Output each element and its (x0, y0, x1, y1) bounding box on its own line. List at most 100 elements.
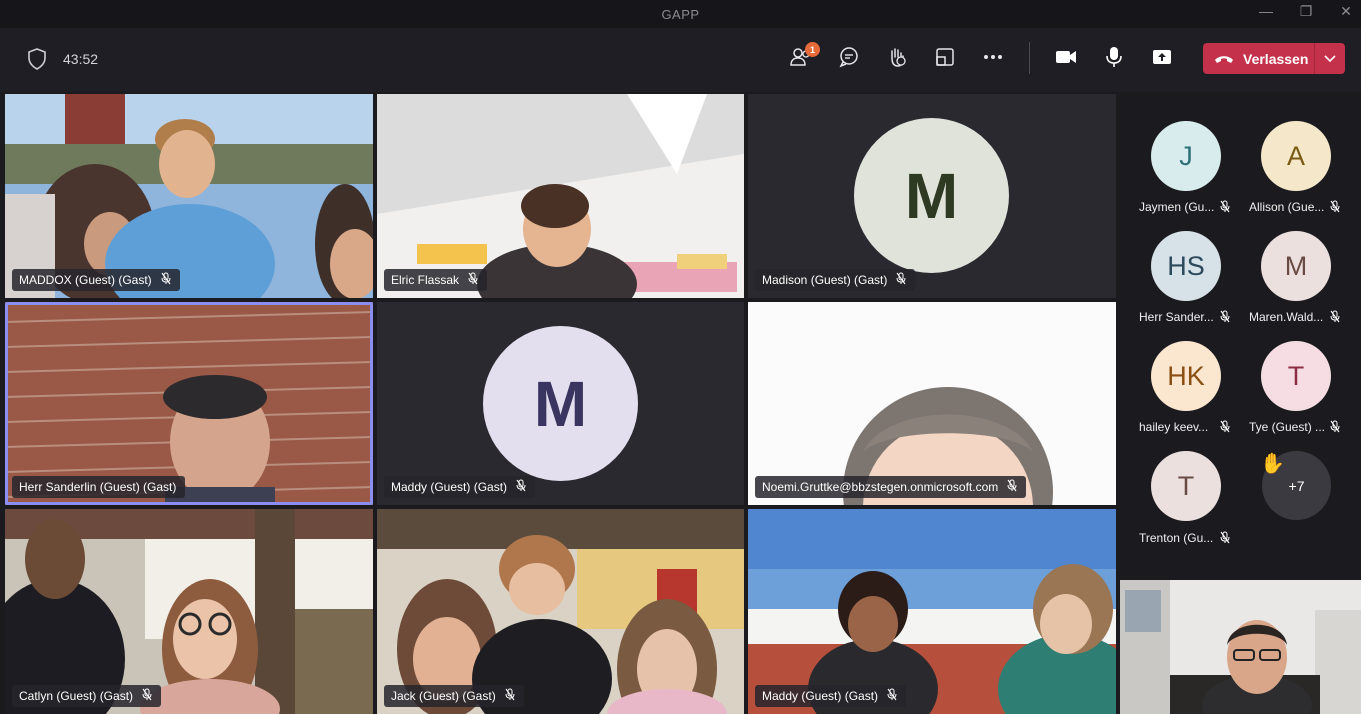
participant-item[interactable]: HS Herr Sander... (1120, 231, 1230, 341)
shield-icon[interactable] (26, 48, 48, 70)
title-bar: GAPP — ❐ ✕ (0, 0, 1361, 28)
participant-item[interactable]: T Tye (Guest) ... (1230, 341, 1340, 451)
mic-off-icon (1220, 200, 1230, 218)
raise-hand-icon (886, 46, 908, 73)
mic-off-icon (1330, 420, 1340, 438)
mic-off-icon (505, 688, 515, 704)
window-title: GAPP (661, 7, 700, 22)
room-view-button[interactable] (934, 46, 956, 73)
mic-off-icon (887, 688, 897, 704)
mic-icon (1104, 46, 1124, 73)
minimize-button[interactable]: — (1246, 0, 1286, 22)
camera-icon (1055, 46, 1077, 73)
participant-avatar: T (1151, 451, 1221, 521)
toolbar-divider (1029, 42, 1030, 74)
mic-off-icon (161, 272, 171, 288)
people-count-badge: 1 (805, 42, 820, 57)
meeting-timer: 43:52 (63, 51, 99, 67)
participant-item[interactable]: HK hailey keev... (1120, 341, 1230, 451)
chat-button[interactable] (838, 46, 860, 70)
camera-button[interactable] (1055, 48, 1077, 70)
video-tile-jack[interactable]: Jack (Guest) (Gast) (377, 509, 744, 714)
participant-item[interactable]: A Allison (Gue... (1230, 121, 1340, 231)
video-tile-noemi[interactable]: Noemi.Gruttke@bbzstegen.onmicrosoft.com (748, 302, 1116, 505)
participant-name: Allison (Gue... (1249, 200, 1325, 214)
mic-off-icon (1007, 479, 1017, 495)
participant-name-tag: Herr Sanderlin (Guest) (Gast) (12, 476, 186, 498)
phone-hangup-icon (1214, 51, 1243, 67)
participant-item[interactable]: J Jaymen (Gu... (1120, 121, 1230, 231)
participant-name: Herr Sanderlin (Guest) (Gast) (19, 480, 177, 494)
avatar-initials: T (1177, 470, 1195, 501)
share-icon (1151, 46, 1173, 73)
participant-name: Trenton (Gu... (1139, 531, 1214, 545)
participant-name: hailey keev... (1139, 420, 1209, 434)
meeting-toolbar: 43:52 1 Verlassen (0, 28, 1361, 92)
people-button[interactable]: 1 (789, 42, 820, 70)
participant-item[interactable]: T Trenton (Gu... (1120, 451, 1230, 561)
participant-name-tag: Elric Flassak (384, 269, 488, 291)
participant-avatar: HS (1151, 231, 1221, 301)
share-screen-button[interactable] (1151, 48, 1173, 70)
mic-button[interactable] (1104, 46, 1124, 73)
video-feed (5, 302, 373, 505)
video-tile-catlyn[interactable]: Catlyn (Guest) (Gast) (5, 509, 373, 714)
avatar-tile-madison[interactable]: M Madison (Guest) (Gast) (748, 94, 1116, 298)
video-tile-maddy-2[interactable]: Maddy (Guest) (Gast) (748, 509, 1116, 714)
video-tile-maddox[interactable]: MADDOX (Guest) (Gast) (5, 94, 373, 298)
avatar-initials: M (1284, 250, 1308, 281)
participant-avatar: M (483, 326, 638, 481)
participant-item[interactable]: M Maren.Wald... (1230, 231, 1340, 341)
close-window-button[interactable]: ✕ (1326, 0, 1361, 22)
mic-off-icon (142, 688, 152, 704)
participant-avatar: M (854, 118, 1009, 273)
leave-options-button[interactable] (1315, 43, 1345, 74)
leave-button-group: Verlassen (1203, 43, 1345, 74)
video-tile-elric[interactable]: Elric Flassak (377, 94, 744, 298)
participant-name: Tye (Guest) ... (1249, 420, 1326, 434)
video-feed (1120, 580, 1361, 714)
participant-avatar: A (1261, 121, 1331, 191)
maximize-button[interactable]: ❐ (1286, 0, 1326, 22)
more-icon (982, 46, 1004, 73)
participant-name-tag: MADDOX (Guest) (Gast) (12, 269, 180, 291)
participant-name: Elric Flassak (391, 273, 460, 287)
participant-name: Maddy (Guest) (Gast) (391, 480, 508, 494)
mic-off-icon (1330, 310, 1340, 328)
video-feed (5, 509, 373, 714)
mic-off-icon (1220, 310, 1230, 328)
chevron-down-icon (1324, 50, 1336, 68)
video-tile-herr-sanderlin[interactable]: Herr Sanderlin (Guest) (Gast) (5, 302, 373, 505)
participant-name-tag: Madison (Guest) (Gast) (755, 269, 916, 291)
avatar-initials: J (1179, 140, 1193, 171)
participant-name: MADDOX (Guest) (Gast) (19, 273, 152, 287)
raised-hand-icon: ✋ (1260, 453, 1285, 475)
mic-off-icon (1220, 531, 1230, 549)
avatar-initials: T (1287, 360, 1305, 391)
leave-label: Verlassen (1243, 50, 1309, 67)
participant-name: Madison (Guest) (Gast) (762, 273, 888, 287)
video-feed (748, 302, 1116, 505)
mic-off-icon (896, 272, 906, 288)
avatar-initial: M (904, 159, 959, 232)
participant-name-tag: Maddy (Guest) (Gast) (384, 476, 536, 498)
video-feed (377, 509, 744, 714)
more-actions-button[interactable] (982, 48, 1004, 70)
participant-avatar: T (1261, 341, 1331, 411)
room-view-icon (934, 46, 956, 73)
avatar-initial: M (533, 367, 588, 440)
participant-avatar: HK (1151, 341, 1221, 411)
avatar-initials: HS (1167, 250, 1205, 281)
participant-name: Noemi.Gruttke@bbzstegen.onmicrosoft.com (762, 480, 999, 494)
participant-name: Maren.Wald... (1249, 310, 1324, 324)
avatar-initials: HK (1167, 360, 1205, 391)
raise-hand-button[interactable] (886, 46, 908, 73)
participant-name-tag: Catlyn (Guest) (Gast) (12, 685, 162, 707)
video-feed (377, 94, 744, 298)
mic-off-icon (468, 272, 478, 288)
leave-button[interactable]: Verlassen (1203, 43, 1314, 74)
participant-avatar: M (1261, 231, 1331, 301)
avatar-tile-maddy[interactable]: M Maddy (Guest) (Gast) (377, 302, 744, 505)
participant-avatar: J (1151, 121, 1221, 191)
self-view-video[interactable] (1120, 580, 1361, 714)
